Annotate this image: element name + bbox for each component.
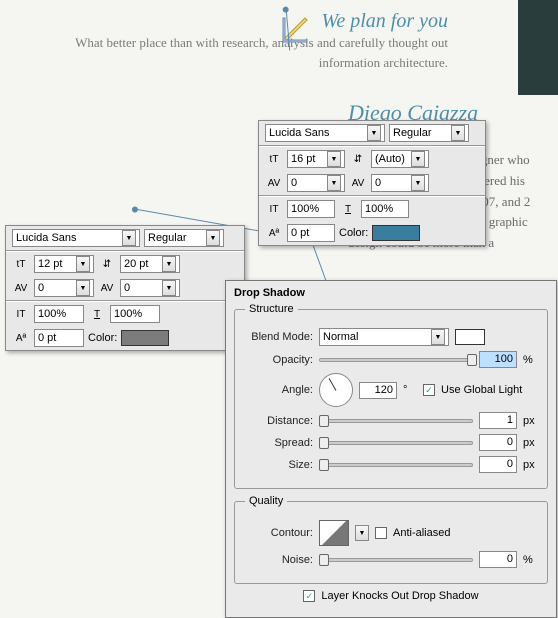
font-style-value: Regular — [148, 232, 187, 244]
hscale-icon: T — [339, 201, 357, 217]
leading-value: 20 pt — [124, 258, 148, 270]
structure-group: Structure Blend Mode: Normal▼ Opacity: 1… — [234, 303, 548, 489]
kerning-icon: AV — [12, 280, 30, 296]
layer-knocks-checkbox[interactable]: ✓ — [303, 590, 315, 602]
leading-icon: ⇵ — [98, 256, 116, 272]
tracking-icon: AV — [349, 175, 367, 191]
percent-unit: % — [523, 354, 537, 366]
px-unit: px — [523, 415, 537, 427]
font-family-select[interactable]: Lucida Sans▼ — [12, 229, 140, 247]
kerning-value: 0 — [38, 282, 44, 294]
baseline-icon: Aª — [265, 225, 283, 241]
color-label: Color: — [88, 332, 117, 344]
spread-label: Spread: — [245, 437, 313, 449]
opacity-input[interactable]: 100 — [479, 351, 517, 368]
contour-dropdown[interactable]: ▼ — [355, 525, 369, 541]
tracking-value: 0 — [375, 177, 381, 189]
tracking-value: 0 — [124, 282, 130, 294]
baseline-input[interactable] — [34, 329, 84, 347]
structure-legend: Structure — [245, 303, 298, 315]
vscale-icon: IT — [265, 201, 283, 217]
font-family-select[interactable]: Lucida Sans▼ — [265, 124, 385, 142]
angle-dial[interactable] — [319, 373, 353, 407]
percent-unit: % — [523, 554, 537, 566]
leading-value: (Auto) — [375, 153, 405, 165]
font-size-select[interactable]: 12 pt▼ — [34, 255, 94, 273]
distance-input[interactable]: 1 — [479, 412, 517, 429]
tracking-icon: AV — [98, 280, 116, 296]
kerning-value: 0 — [291, 177, 297, 189]
font-size-value: 16 pt — [291, 153, 315, 165]
hscale-icon: T — [88, 306, 106, 322]
hscale-input[interactable] — [361, 200, 409, 218]
angle-input[interactable]: 120 — [359, 382, 397, 399]
vscale-input[interactable] — [34, 305, 84, 323]
font-size-select[interactable]: 16 pt▼ — [287, 150, 345, 168]
size-slider[interactable] — [319, 463, 473, 467]
quality-legend: Quality — [245, 495, 287, 507]
tracking-select[interactable]: 0▼ — [371, 174, 429, 192]
anti-aliased-checkbox[interactable] — [375, 527, 387, 539]
color-label: Color: — [339, 227, 368, 239]
vscale-icon: IT — [12, 306, 30, 322]
blend-mode-select[interactable]: Normal▼ — [319, 328, 449, 346]
page-heading: We plan for you — [20, 10, 448, 33]
font-style-select[interactable]: Regular▼ — [144, 229, 224, 247]
noise-slider[interactable] — [319, 558, 473, 562]
angle-label: Angle: — [245, 384, 313, 396]
degree-unit: ° — [403, 384, 417, 396]
font-size-value: 12 pt — [38, 258, 62, 270]
blend-mode-label: Blend Mode: — [245, 331, 313, 343]
font-size-icon: tT — [265, 151, 283, 167]
opacity-label: Opacity: — [245, 354, 313, 366]
color-swatch[interactable] — [121, 330, 169, 346]
global-light-label: Use Global Light — [441, 384, 522, 396]
baseline-input[interactable] — [287, 224, 335, 242]
distance-label: Distance: — [245, 415, 313, 427]
layer-knocks-label: Layer Knocks Out Drop Shadow — [321, 590, 478, 602]
color-swatch[interactable] — [372, 225, 420, 241]
spread-input[interactable]: 0 — [479, 434, 517, 451]
profile-photo — [518, 0, 558, 95]
global-light-checkbox[interactable]: ✓ — [423, 384, 435, 396]
leading-select[interactable]: 20 pt▼ — [120, 255, 180, 273]
noise-label: Noise: — [245, 554, 313, 566]
font-style-value: Regular — [393, 127, 432, 139]
anti-aliased-label: Anti-aliased — [393, 527, 450, 539]
opacity-slider[interactable] — [319, 358, 473, 362]
px-unit: px — [523, 437, 537, 449]
spread-slider[interactable] — [319, 441, 473, 445]
baseline-icon: Aª — [12, 330, 30, 346]
px-unit: px — [523, 459, 537, 471]
blend-mode-value: Normal — [323, 331, 358, 343]
kerning-select[interactable]: 0▼ — [287, 174, 345, 192]
contour-label: Contour: — [245, 527, 313, 539]
noise-input[interactable]: 0 — [479, 551, 517, 568]
vscale-input[interactable] — [287, 200, 335, 218]
tracking-select[interactable]: 0▼ — [120, 279, 180, 297]
drop-shadow-dialog: Drop Shadow Structure Blend Mode: Normal… — [225, 280, 557, 618]
quality-group: Quality Contour: ▼ Anti-aliased Noise: 0… — [234, 495, 548, 584]
character-panel-2: Lucida Sans▼ Regular▼ tT 12 pt▼ ⇵ 20 pt▼… — [5, 225, 245, 351]
font-family-value: Lucida Sans — [16, 232, 77, 244]
size-input[interactable]: 0 — [479, 456, 517, 473]
font-family-value: Lucida Sans — [269, 127, 330, 139]
kerning-icon: AV — [265, 175, 283, 191]
character-panel-1: Lucida Sans▼ Regular▼ tT 16 pt▼ ⇵ (Auto)… — [258, 120, 486, 246]
leading-select[interactable]: (Auto)▼ — [371, 150, 429, 168]
leading-icon: ⇵ — [349, 151, 367, 167]
size-label: Size: — [245, 459, 313, 471]
font-style-select[interactable]: Regular▼ — [389, 124, 469, 142]
page-sub: What better place than with research, an… — [20, 33, 448, 72]
font-size-icon: tT — [12, 256, 30, 272]
kerning-select[interactable]: 0▼ — [34, 279, 94, 297]
shadow-color-swatch[interactable] — [455, 329, 485, 345]
ruler-icon — [280, 15, 310, 48]
contour-picker[interactable] — [319, 520, 349, 546]
hscale-input[interactable] — [110, 305, 160, 323]
distance-slider[interactable] — [319, 419, 473, 423]
dialog-title: Drop Shadow — [234, 287, 548, 299]
